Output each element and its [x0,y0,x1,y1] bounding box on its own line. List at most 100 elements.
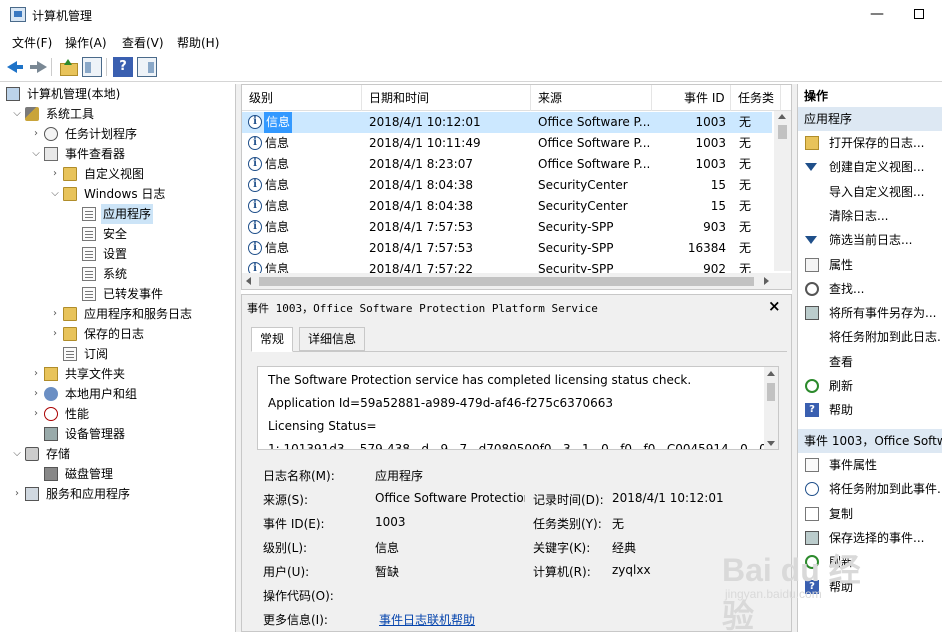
chevron-right-icon[interactable]: › [11,484,23,504]
level-value: 信息 [375,539,399,556]
table-row[interactable]: i信息2018/4/1 7:57:53Security-SPP903无 [242,217,772,238]
forward-arrow-icon[interactable] [28,57,48,77]
column-level[interactable]: 级别 [242,85,362,111]
up-folder-icon[interactable] [58,57,78,77]
more-info-label: 更多信息(I): [263,611,328,628]
maximize-button[interactable] [896,0,942,30]
chevron-right-icon[interactable]: › [30,124,42,144]
action-item[interactable]: 导入自定义视图... [798,180,942,204]
action-item[interactable]: 清除日志... [798,204,942,228]
actions-section-application[interactable]: 应用程序 [798,107,942,131]
chevron-right-icon[interactable]: › [49,324,61,344]
event-list-vertical-scrollbar[interactable] [774,111,791,271]
tree-node[interactable]: 应用程序 [0,204,236,224]
action-item[interactable]: 将任务附加到此事件... [798,477,942,501]
chevron-right-icon[interactable]: › [30,404,42,424]
action-item[interactable]: 打开保存的日志... [798,131,942,155]
tree-node[interactable]: 安全 [0,224,236,244]
tree-node[interactable]: ⌵存储 [0,444,236,464]
action-item[interactable]: 保存选择的事件... [798,526,942,550]
table-row[interactable]: i信息2018/4/1 8:04:38SecurityCenter15无 [242,175,772,196]
action-item[interactable]: 刷新 [798,374,942,398]
show-hide-action-pane-icon[interactable] [137,57,157,77]
action-item[interactable]: 筛选当前日志... [798,228,942,252]
scroll-right-arrow-icon[interactable] [764,277,769,285]
scroll-thumb[interactable] [767,383,775,401]
table-row[interactable]: i信息2018/4/1 8:04:38SecurityCenter15无 [242,196,772,217]
chevron-right-icon[interactable]: › [30,364,42,384]
table-row[interactable]: i信息2018/4/1 8:23:07Office Software P...1… [242,154,772,175]
menu-action[interactable]: 操作(A) [65,34,107,51]
tree-node[interactable]: ›保存的日志 [0,324,236,344]
action-item[interactable]: 复制 [798,502,942,526]
column-event-id[interactable]: 事件 ID [652,85,731,111]
chevron-down-icon[interactable]: ⌵ [11,104,23,124]
scroll-thumb[interactable] [778,125,787,139]
minimize-button[interactable]: — [854,0,900,30]
action-item[interactable]: 将所有事件另存为... [798,301,942,325]
event-list-horizontal-scrollbar[interactable] [242,273,792,290]
action-item[interactable]: 事件属性 [798,453,942,477]
tree-node[interactable]: 设备管理器 [0,424,236,444]
column-datetime[interactable]: 日期和时间 [362,85,531,111]
tree-node[interactable]: 已转发事件 [0,284,236,304]
action-item[interactable]: 属性 [798,253,942,277]
tab-details[interactable]: 详细信息 [299,327,365,351]
tree-node[interactable]: ›应用程序和服务日志 [0,304,236,324]
tree-node[interactable]: ›共享文件夹 [0,364,236,384]
help-icon[interactable]: ? [113,57,133,77]
action-item[interactable]: 将任务附加到此日志... [798,325,942,349]
column-source[interactable]: 来源 [531,85,652,111]
scroll-thumb[interactable] [259,277,754,286]
scroll-up-arrow-icon[interactable] [778,114,786,119]
action-item[interactable]: ?帮助 [798,398,942,422]
actions-section-event[interactable]: 事件 1003，Office Softw [798,429,942,453]
users-icon [44,387,58,401]
chevron-right-icon[interactable]: › [49,304,61,324]
chevron-down-icon[interactable]: ⌵ [49,184,61,204]
tree-node[interactable]: 计算机管理(本地) [0,84,236,104]
scroll-left-arrow-icon[interactable] [246,277,251,285]
menu-help[interactable]: 帮助(H) [177,34,219,51]
table-row[interactable]: i信息2018/4/1 10:11:49Office Software P...… [242,133,772,154]
computer-value: zyqlxx [612,563,651,577]
tree-node[interactable]: ⌵系统工具 [0,104,236,124]
tree-node[interactable]: ›本地用户和组 [0,384,236,404]
tree-node[interactable]: ›服务和应用程序 [0,484,236,504]
scroll-down-arrow-icon[interactable] [767,441,775,446]
table-row[interactable]: i信息2018/4/1 10:12:01Office Software P...… [242,112,772,133]
tree-node[interactable]: ⌵Windows 日志 [0,184,236,204]
logged-value: 2018/4/1 10:12:01 [612,491,724,505]
action-item[interactable]: 查看 [798,350,942,374]
source-cell: Office Software P... [538,133,650,154]
tree-node[interactable]: ›性能 [0,404,236,424]
action-item[interactable]: 查找... [798,277,942,301]
event-log-online-help-link[interactable]: 事件日志联机帮助 [379,611,475,628]
tree-node[interactable]: 系统 [0,264,236,284]
column-task-category[interactable]: 任务类 [731,85,781,111]
tree-node[interactable]: 磁盘管理 [0,464,236,484]
show-hide-tree-icon[interactable] [82,57,102,77]
action-item-label: 查看 [829,350,853,374]
scroll-up-arrow-icon[interactable] [767,371,775,376]
action-item[interactable]: 刷新 [798,550,942,574]
back-arrow-icon[interactable] [5,57,25,77]
tab-general[interactable]: 常规 [251,327,293,352]
menu-view[interactable]: 查看(V) [122,34,164,51]
chevron-down-icon[interactable]: ⌵ [11,444,23,464]
tree-node[interactable]: ⌵事件查看器 [0,144,236,164]
event-description-textbox[interactable]: The Software Protection service has comp… [257,366,779,450]
close-icon[interactable]: × [768,297,781,315]
table-row[interactable]: i信息2018/4/1 7:57:53Security-SPP16384无 [242,238,772,259]
chevron-right-icon[interactable]: › [30,384,42,404]
tree-node[interactable]: ›任务计划程序 [0,124,236,144]
chevron-down-icon[interactable]: ⌵ [30,144,42,164]
tree-node[interactable]: 订阅 [0,344,236,364]
action-item[interactable]: 创建自定义视图... [798,155,942,179]
chevron-right-icon[interactable]: › [49,164,61,184]
tree-node[interactable]: ›自定义视图 [0,164,236,184]
tree-node[interactable]: 设置 [0,244,236,264]
action-item[interactable]: ?帮助 [798,575,942,599]
menu-file[interactable]: 文件(F) [12,34,52,51]
description-scrollbar[interactable] [764,367,779,450]
